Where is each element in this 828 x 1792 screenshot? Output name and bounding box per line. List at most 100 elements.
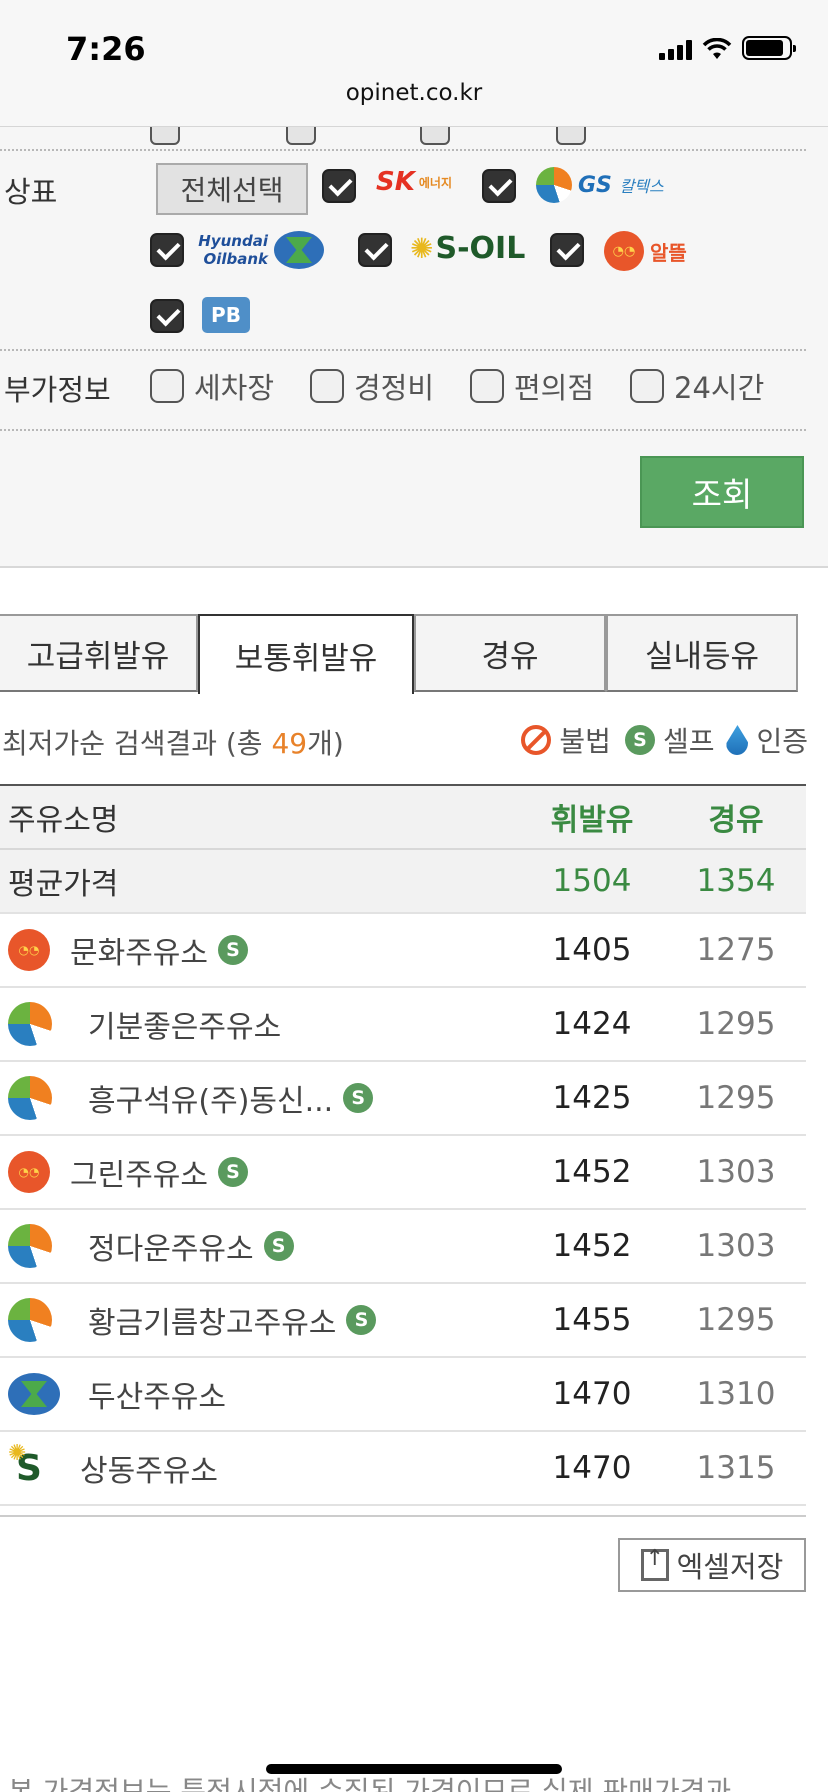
self-service-icon: S xyxy=(218,1157,248,1187)
sk-logo-subtext: 에너지 xyxy=(418,175,452,190)
gs-caltex-logo-icon xyxy=(8,1076,52,1120)
hyundai-icon xyxy=(274,231,324,269)
station-name[interactable]: 황금기름창고주유소 xyxy=(88,1298,336,1342)
station-name[interactable]: 문화주유소 xyxy=(70,928,208,972)
tab-diesel[interactable]: 경유 xyxy=(414,614,606,692)
gasoline-price: 1455 xyxy=(552,1302,632,1338)
clipped-checkbox[interactable] xyxy=(150,127,180,145)
clipped-checkbox[interactable] xyxy=(286,127,316,145)
station-cell[interactable]: 황금기름창고주유소 S xyxy=(0,1298,518,1342)
average-gasoline: 1504 xyxy=(552,863,632,899)
option-label: 세차장 xyxy=(194,371,275,405)
header-station-name: 주유소명 xyxy=(8,803,119,838)
station-name[interactable]: 그린주유소 xyxy=(70,1150,208,1194)
diesel-price: 1315 xyxy=(696,1450,776,1486)
cellular-signal-icon xyxy=(659,40,692,60)
hyundai-checkbox[interactable] xyxy=(150,233,184,267)
station-name[interactable]: 흥구석유(주)동신... xyxy=(88,1076,333,1120)
alttle-logo-icon: ◔◔ xyxy=(8,929,50,971)
gasoline-price: 1470 xyxy=(552,1376,632,1412)
option-convenience-store[interactable]: 편의점 xyxy=(470,365,594,407)
fuel-type-tabs: 고급휘발유 보통휘발유 경유 실내등유 xyxy=(0,614,806,694)
station-cell[interactable]: S 상동주유소 xyxy=(0,1441,518,1490)
export-icon xyxy=(640,1546,669,1581)
station-name[interactable]: 정다운주유소 xyxy=(88,1224,254,1268)
gs-logo-subtext: 칼텍스 xyxy=(619,176,664,196)
table-row[interactable]: 두산주유소 1470 1310 xyxy=(0,1358,806,1432)
browser-status-bar: 7:26 opinet.co.kr xyxy=(0,0,828,127)
option-maintenance[interactable]: 경정비 xyxy=(310,365,434,407)
select-all-button[interactable]: 전체선택 xyxy=(156,163,308,215)
wifi-icon xyxy=(702,38,732,59)
24-hours-checkbox[interactable] xyxy=(630,369,664,403)
search-filter-panel: 상표 전체선택 SK 에너지 GS 칼텍스 Hyundai Oilbank ✺ S-… xyxy=(0,127,828,568)
gs-caltex-logo: GS 칼텍스 xyxy=(536,167,664,203)
table-row[interactable]: 기분좋은주유소 1424 1295 xyxy=(0,988,806,1062)
hyundai-oilbank-logo-icon xyxy=(8,1373,60,1415)
gs-icon xyxy=(536,167,572,203)
pb-checkbox[interactable] xyxy=(150,299,184,333)
station-name[interactable]: 기분좋은주유소 xyxy=(88,1002,281,1046)
table-bottom-border xyxy=(0,1515,806,1517)
diesel-price: 1295 xyxy=(696,1006,776,1042)
diesel-price: 1275 xyxy=(696,932,776,968)
s-oil-sun-icon: ✺ xyxy=(410,232,434,265)
result-count: 49 xyxy=(271,727,308,760)
self-service-icon: S xyxy=(346,1305,377,1335)
header-gasoline[interactable]: 휘발유 xyxy=(518,795,666,839)
extra-info-label: 부가정보 xyxy=(4,373,111,407)
sk-checkbox[interactable] xyxy=(322,169,356,203)
table-row[interactable]: 황금기름창고주유소 S 1455 1295 xyxy=(0,1284,806,1358)
station-cell[interactable]: ◔◔ 그린주유소 S xyxy=(0,1150,518,1194)
station-cell[interactable]: 흥구석유(주)동신... S xyxy=(0,1076,518,1120)
clipped-filter-row xyxy=(0,127,828,151)
station-cell[interactable]: ◔◔ 문화주유소 S xyxy=(0,928,518,972)
self-service-icon: S xyxy=(263,1231,294,1261)
table-row[interactable]: 흥구석유(주)동신... S 1425 1295 xyxy=(0,1062,806,1136)
table-row[interactable]: S 상동주유소 1470 1315 xyxy=(0,1432,806,1506)
divider xyxy=(0,429,806,431)
station-name[interactable]: 상동주유소 xyxy=(80,1446,218,1490)
certified-drop-icon xyxy=(726,725,749,755)
clock: 7:26 xyxy=(66,30,146,68)
tab-kerosene[interactable]: 실내등유 xyxy=(606,614,798,692)
tab-premium-gasoline[interactable]: 고급휘발유 xyxy=(0,614,198,692)
excel-save-label: 엑셀저장 xyxy=(676,1550,784,1584)
tab-regular-gasoline[interactable]: 보통휘발유 xyxy=(198,614,414,694)
gs-caltex-logo-icon xyxy=(8,1298,52,1342)
average-price-row: 평균가격 1504 1354 xyxy=(0,850,806,914)
gs-caltex-logo-icon xyxy=(8,1002,52,1046)
station-cell[interactable]: 두산주유소 xyxy=(0,1372,518,1416)
clipped-checkbox[interactable] xyxy=(420,127,450,145)
result-summary: 최저가순 검색결과 (총 49개) xyxy=(2,722,344,762)
station-cell[interactable]: 기분좋은주유소 xyxy=(0,1002,518,1046)
header-diesel[interactable]: 경유 xyxy=(666,795,806,839)
legend-certified: 인증 xyxy=(756,725,808,758)
option-24-hours[interactable]: 24시간 xyxy=(630,365,764,407)
table-row[interactable]: 정다운주유소 S 1452 1303 xyxy=(0,1210,806,1284)
sk-logo-text: SK xyxy=(376,167,415,197)
gasoline-price: 1470 xyxy=(552,1450,632,1486)
address-bar-url[interactable]: opinet.co.kr xyxy=(0,80,828,106)
gs-checkbox[interactable] xyxy=(482,169,516,203)
search-button[interactable]: 조회 xyxy=(640,456,804,528)
status-icons xyxy=(659,36,796,60)
option-car-wash[interactable]: 세차장 xyxy=(150,365,274,407)
brand-label: 상표 xyxy=(4,175,58,209)
table-header: 주유소명 휘발유 경유 xyxy=(0,786,806,850)
diesel-price: 1295 xyxy=(696,1080,776,1116)
alttle-logo-text: 알뜰 xyxy=(650,240,687,265)
legend: 불법 S 셀프 인증 xyxy=(521,720,808,760)
station-name[interactable]: 두산주유소 xyxy=(88,1372,226,1416)
table-row[interactable]: ◔◔ 문화주유소 S 1405 1275 xyxy=(0,914,806,988)
station-cell[interactable]: 정다운주유소 S xyxy=(0,1224,518,1268)
car-wash-checkbox[interactable] xyxy=(150,369,184,403)
clipped-checkbox[interactable] xyxy=(556,127,586,145)
maintenance-checkbox[interactable] xyxy=(310,369,344,403)
table-row[interactable]: ◔◔ 그린주유소 S 1452 1303 xyxy=(0,1136,806,1210)
soil-checkbox[interactable] xyxy=(358,233,392,267)
self-service-icon: S xyxy=(624,725,655,755)
alttle-checkbox[interactable] xyxy=(550,233,584,267)
convenience-store-checkbox[interactable] xyxy=(470,369,504,403)
excel-save-button[interactable]: 엑셀저장 xyxy=(618,1538,806,1592)
